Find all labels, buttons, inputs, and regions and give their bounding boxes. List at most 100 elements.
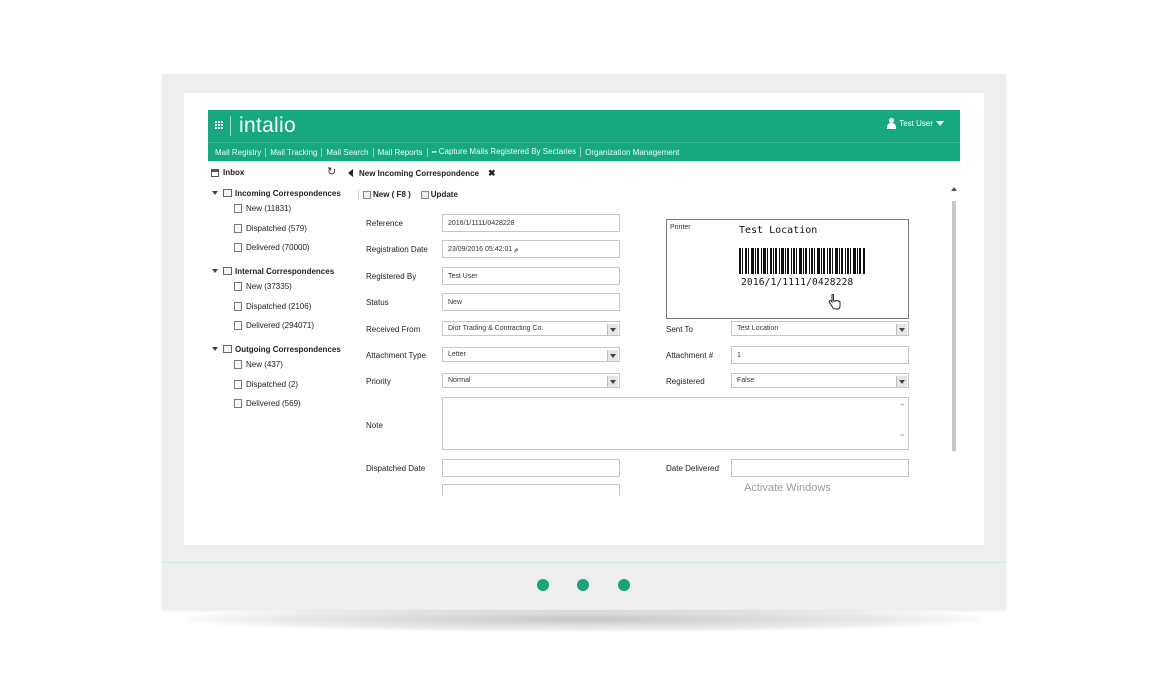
collapse-icon[interactable] (212, 269, 218, 273)
tree-item-internal-dispatched[interactable]: Dispatched (2106) (212, 297, 334, 317)
envelope-icon (223, 345, 232, 353)
menu-capture-mails-label: Capture Mails Registered By Sectaries (438, 147, 577, 156)
screen: intalio Test User Mail Registry Mail Tra… (184, 93, 984, 545)
monitor-divider (162, 562, 1006, 563)
back-arrow-icon[interactable] (348, 169, 353, 177)
registered-by-label: Registered By (366, 272, 417, 281)
status-field[interactable]: New (442, 293, 620, 311)
registration-date-label: Registration Date (366, 245, 428, 254)
attachment-type-select[interactable]: Letter (442, 347, 620, 362)
menu-mail-registry[interactable]: Mail Registry (211, 147, 267, 157)
tree-head-incoming[interactable]: Incoming Correspondences (212, 187, 341, 199)
top-bar: intalio Test User (208, 110, 960, 142)
date-delivered-label: Date Delivered (666, 464, 719, 473)
collapse-icon[interactable] (212, 347, 218, 351)
reference-label: Reference (366, 219, 403, 228)
document-icon (234, 399, 242, 409)
pager-dot-2 (577, 579, 589, 591)
refresh-icon[interactable]: ↻ (327, 165, 336, 178)
user-icon (887, 118, 897, 129)
envelope-icon (223, 189, 232, 197)
tree-item-label: Delivered (294071) (246, 321, 315, 331)
chevron-down-icon (936, 121, 944, 126)
tree-group-incoming: Incoming Correspondences New (11831) Dis… (212, 187, 341, 258)
tree-group-internal: Internal Correspondences New (37335) Dis… (212, 265, 334, 336)
tree-item-incoming-new[interactable]: New (11831) (212, 199, 341, 219)
apps-grid-icon[interactable] (215, 121, 224, 130)
attachment-type-label: Attachment Type (366, 351, 426, 360)
header-divider (230, 116, 231, 136)
document-icon (234, 204, 242, 214)
tree-group-outgoing: Outgoing Correspondences New (437) Dispa… (212, 343, 341, 414)
form-toolbar: New ( F8 ) Update (358, 190, 458, 199)
tab-new-incoming-correspondence[interactable]: New Incoming Correspondence (359, 169, 479, 178)
inbox-header[interactable]: Inbox (211, 168, 244, 177)
group-title: Outgoing Correspondences (235, 344, 341, 354)
menu-organization-management[interactable]: Organization Management (581, 148, 683, 157)
main-content: New Incoming Correspondence ✖ New ( F8 )… (348, 161, 960, 496)
scroll-up-icon[interactable]: ⌃ (898, 402, 906, 413)
hand-cursor-icon (828, 294, 841, 310)
tree-item-outgoing-delivered[interactable]: Delivered (569) (212, 394, 341, 414)
priority-label: Priority (366, 377, 391, 386)
barcode-text: 2016/1/1111/0428228 (741, 277, 854, 288)
tree-item-outgoing-new[interactable]: New (437) (212, 355, 341, 375)
group-title: Incoming Correspondences (235, 188, 341, 198)
app-logo: intalio (239, 114, 296, 137)
new-icon (363, 190, 371, 199)
user-menu[interactable]: Test User (887, 118, 944, 129)
inbox-icon (211, 168, 219, 177)
tree-item-incoming-delivered[interactable]: Delivered (70000) (212, 238, 341, 258)
scroll-down-icon[interactable]: ⌄ (898, 428, 906, 439)
sent-to-select[interactable]: Test Location (731, 321, 909, 336)
note-label: Note (366, 421, 383, 430)
dispatched-date-field[interactable] (442, 459, 620, 477)
document-icon (234, 379, 242, 389)
main-menu: Mail Registry Mail Tracking Mail Search … (208, 142, 960, 161)
collapse-icon[interactable] (212, 191, 218, 195)
registered-by-field[interactable]: Test User (442, 267, 620, 285)
received-from-select[interactable]: Dior Trading & Contracting Co. (442, 321, 620, 336)
date-delivered-field[interactable] (731, 459, 909, 477)
tree-item-label: New (11831) (246, 204, 292, 214)
next-field-partial[interactable] (442, 484, 620, 496)
document-icon (234, 360, 242, 370)
tree-item-label: Dispatched (2) (246, 379, 299, 389)
tree-item-incoming-dispatched[interactable]: Dispatched (579) (212, 219, 341, 239)
new-button-label: New ( F8 ) (373, 190, 411, 199)
tree-head-internal[interactable]: Internal Correspondences (212, 265, 334, 277)
tree-item-internal-new[interactable]: New (37335) (212, 277, 334, 297)
tree-head-outgoing[interactable]: Outgoing Correspondences (212, 343, 341, 355)
note-textarea[interactable]: ⌃ ⌄ (442, 397, 909, 450)
tree-item-label: Dispatched (579) (246, 223, 307, 233)
envelope-icon (223, 267, 232, 275)
tree-item-internal-delivered[interactable]: Delivered (294071) (212, 316, 334, 336)
menu-mail-tracking[interactable]: Mail Tracking (266, 147, 323, 157)
new-button[interactable]: New ( F8 ) (363, 190, 411, 199)
menu-mail-reports[interactable]: Mail Reports (374, 147, 428, 157)
tree-item-label: Delivered (569) (246, 399, 301, 409)
menu-mail-search[interactable]: Mail Search (322, 147, 374, 157)
reference-field[interactable]: 2016/1/1111/0428228 (442, 214, 620, 232)
tree-item-label: Delivered (70000) (246, 243, 310, 253)
update-button[interactable]: Update (420, 190, 458, 199)
sent-to-label: Sent To (666, 325, 693, 334)
menu-capture-mails[interactable]: ▪▪ Capture Mails Registered By Sectaries (428, 147, 582, 157)
registration-date-field[interactable]: 23/09/2016 05:42:01 م (442, 240, 620, 258)
barcode-image (739, 248, 865, 274)
priority-select[interactable]: Normal (442, 373, 620, 388)
tree-item-label: New (437) (246, 360, 283, 370)
dispatched-date-label: Dispatched Date (366, 464, 426, 473)
capture-icon: ▪▪ (431, 149, 437, 156)
document-icon (234, 282, 242, 292)
status-label: Status (366, 298, 389, 307)
registered-select[interactable]: False (731, 373, 909, 388)
tree-item-outgoing-dispatched[interactable]: Dispatched (2) (212, 375, 341, 395)
page-scroll-up-icon[interactable] (951, 187, 957, 191)
close-icon[interactable]: ✖ (488, 168, 496, 179)
pager-dot-1 (537, 579, 549, 591)
page-scrollbar[interactable] (952, 201, 956, 451)
user-name: Test User (899, 119, 933, 128)
update-button-label: Update (430, 190, 458, 199)
attachment-number-field[interactable]: 1 (731, 346, 909, 364)
